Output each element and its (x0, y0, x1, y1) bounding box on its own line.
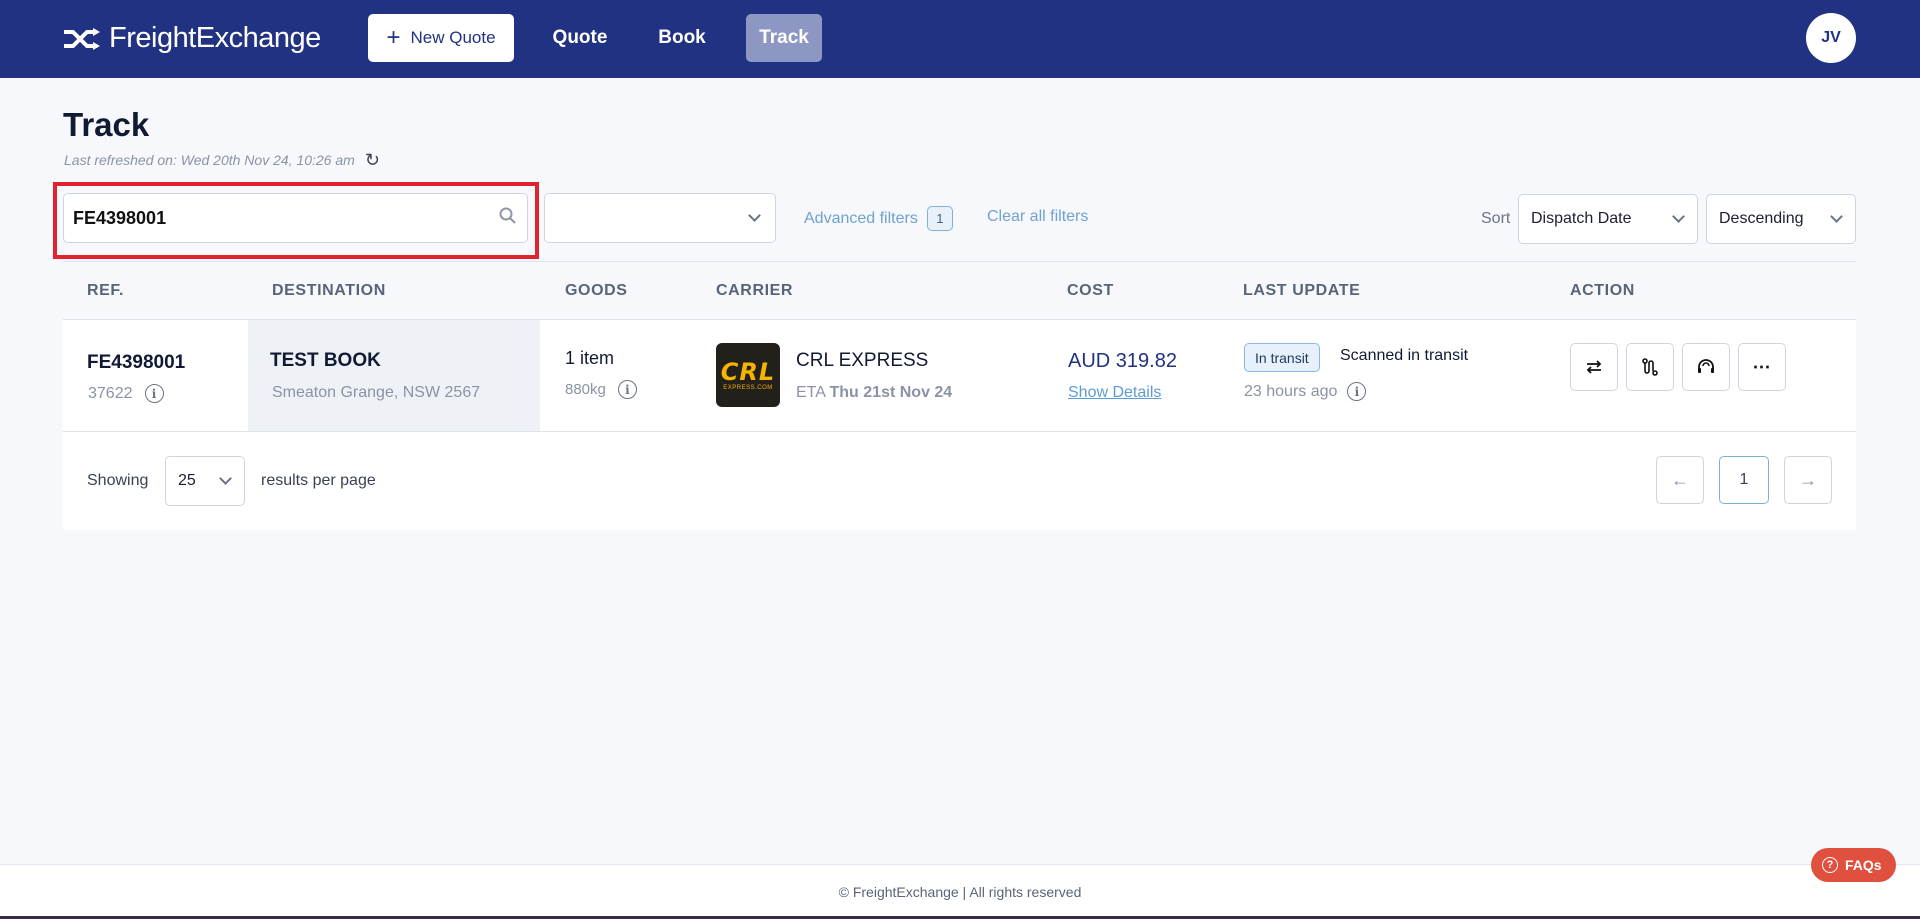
more-icon: ⋯ (1752, 356, 1772, 377)
plus-icon: + (386, 24, 401, 51)
page-title: Track (63, 106, 150, 143)
brand-logo[interactable]: FreightExchange (63, 22, 321, 55)
carrier-logo-subtext: EXPRESS.COM (723, 384, 773, 391)
goods-count: 1 item (565, 348, 615, 368)
sort-field-value: Dispatch Date (1531, 210, 1632, 227)
column-header-cost: COST (1067, 282, 1114, 299)
repeat-icon (1586, 360, 1602, 374)
next-page-button[interactable]: → (1784, 456, 1832, 504)
page-footer: © FreightExchange | All rights reserved (0, 865, 1920, 919)
page-number-button[interactable]: 1 (1719, 456, 1769, 504)
table-row[interactable]: FE4398001 37622 i TEST BOOK Smeaton Gran… (63, 319, 1856, 432)
destination-name: TEST BOOK (270, 350, 381, 371)
headset-icon (1698, 359, 1714, 373)
arrow-right-icon: → (1799, 469, 1817, 490)
chevron-down-icon (219, 472, 232, 485)
showing-label: Showing (87, 472, 149, 489)
arrow-left-icon: ← (1671, 469, 1689, 490)
advanced-filters-link[interactable]: Advanced filters 1 (804, 206, 953, 231)
column-header-last-update: LAST UPDATE (1243, 282, 1361, 299)
sort-order-value: Descending (1719, 210, 1804, 227)
advanced-filters-count-badge: 1 (926, 206, 953, 231)
question-icon: ? (1822, 857, 1838, 873)
chevron-down-icon (1830, 210, 1843, 223)
search-input[interactable] (73, 207, 473, 229)
column-header-ref: REF. (87, 282, 125, 299)
eta-label: ETA (796, 384, 826, 401)
top-navigation-bar: FreightExchange + New Quote Quote Book T… (0, 0, 1920, 78)
table-divider (63, 261, 1856, 262)
cost-amount: AUD 319.82 (1068, 350, 1177, 372)
nav-track[interactable]: Track (746, 14, 822, 62)
chevron-down-icon (748, 209, 761, 222)
show-details-link[interactable]: Show Details (1068, 384, 1161, 402)
goods-weight-text: 880kg (565, 381, 606, 398)
route-icon (1642, 358, 1658, 376)
rebook-button[interactable] (1570, 343, 1618, 391)
clear-all-filters-link[interactable]: Clear all filters (987, 208, 1088, 226)
status-badge: In transit (1244, 343, 1320, 372)
new-quote-label: New Quote (410, 28, 496, 47)
last-refreshed-text: Last refreshed on: Wed 20th Nov 24, 10:2… (64, 152, 355, 168)
logo-text: FreightExchange (109, 22, 321, 54)
status-time: 23 hours ago i (1244, 382, 1367, 401)
status-time-text: 23 hours ago (1244, 382, 1338, 400)
sort-order-select[interactable]: Descending (1706, 194, 1856, 244)
column-header-destination: DESTINATION (272, 282, 386, 299)
nav-book[interactable]: Book (646, 14, 718, 62)
last-refreshed: Last refreshed on: Wed 20th Nov 24, 10:2… (64, 151, 380, 169)
status-text: Scanned in transit (1340, 347, 1469, 364)
results-per-page-label: results per page (261, 472, 376, 489)
more-actions-button[interactable]: ⋯ (1738, 343, 1786, 391)
search-icon[interactable] (499, 207, 517, 231)
new-quote-button[interactable]: + New Quote (368, 14, 514, 62)
advanced-filters-label: Advanced filters (804, 209, 918, 227)
column-header-goods: GOODS (565, 282, 628, 299)
route-button[interactable] (1626, 343, 1674, 391)
copyright-text: © FreightExchange | All rights reserved (838, 884, 1082, 900)
results-per-page-select[interactable]: 25 (165, 456, 245, 506)
goods-weight: 880kg i (565, 380, 637, 399)
destination-cell (248, 320, 540, 431)
faq-button[interactable]: ? FAQs (1811, 848, 1896, 882)
sort-label: Sort (1481, 210, 1511, 227)
column-header-action: ACTION (1570, 282, 1635, 299)
column-header-carrier: CARRIER (716, 282, 794, 299)
carrier-logo-text: CRL (720, 357, 776, 386)
previous-page-button[interactable]: ← (1656, 456, 1704, 504)
eta-date: Thu 21st Nov 24 (829, 384, 953, 401)
booking-id: 37622 i (88, 384, 164, 403)
carrier-eta: ETA Thu 21st Nov 24 (796, 384, 952, 402)
pagination-bar: Showing 25 results per page ← 1 → (63, 432, 1856, 530)
info-icon[interactable]: i (1347, 382, 1367, 401)
info-icon[interactable]: i (144, 384, 164, 403)
results-per-page-value: 25 (178, 472, 196, 489)
support-button[interactable] (1682, 343, 1730, 391)
booking-id-text: 37622 (88, 384, 133, 402)
chevron-down-icon (1672, 210, 1685, 223)
search-field[interactable] (63, 193, 528, 243)
carrier-name: CRL EXPRESS (796, 350, 929, 371)
carrier-logo: CRL EXPRESS.COM (716, 343, 780, 407)
refresh-icon[interactable]: ↻ (365, 151, 380, 169)
nav-quote[interactable]: Quote (542, 14, 618, 62)
sort-field-select[interactable]: Dispatch Date (1518, 194, 1698, 244)
user-avatar[interactable]: JV (1806, 13, 1856, 63)
shuffle-logo-icon (64, 27, 100, 50)
booking-reference[interactable]: FE4398001 (87, 352, 185, 374)
destination-address: Smeaton Grange, NSW 2567 (272, 384, 481, 401)
info-icon[interactable]: i (617, 380, 637, 399)
status-filter-dropdown[interactable] (544, 193, 776, 243)
faq-label: FAQs (1845, 857, 1882, 873)
